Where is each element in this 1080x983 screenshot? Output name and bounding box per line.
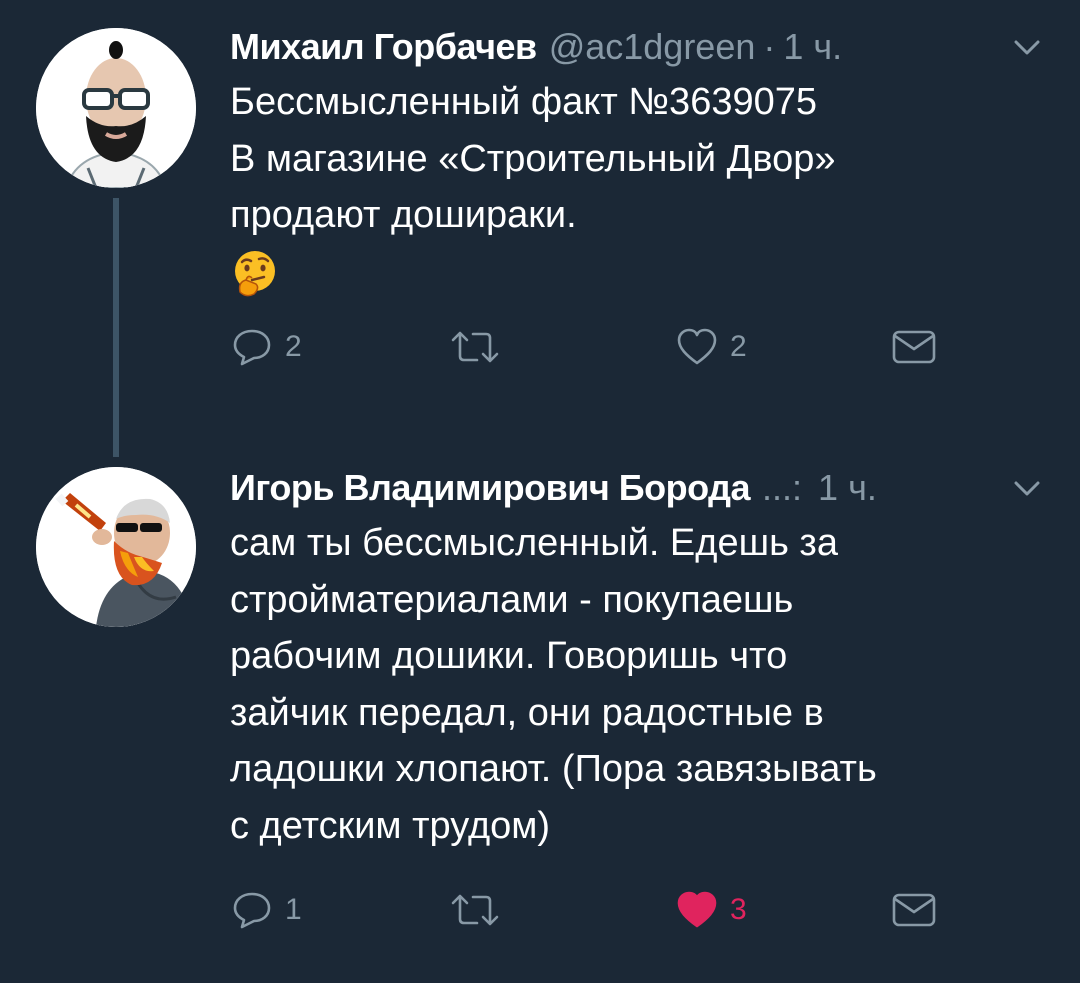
like-button[interactable]: 3 xyxy=(676,885,747,935)
reply-button[interactable]: 1 xyxy=(231,885,302,935)
timestamp[interactable]: 1 ч. xyxy=(783,22,842,72)
retweet-button[interactable] xyxy=(449,322,513,372)
tweet-header: Игорь Владимирович Борода ...: 1 ч. xyxy=(230,463,1044,513)
like-icon xyxy=(677,328,717,365)
tweet-text-line: сам ты бессмысленный. Едешь за xyxy=(230,522,838,564)
tweet-text-line: с детским трудом) xyxy=(230,804,551,847)
tweet-text-line: ладошки хлопают. (Пора завязывать xyxy=(230,748,877,790)
tweet-actions: 1 3 xyxy=(0,885,1080,935)
retweet-icon xyxy=(451,331,499,363)
author-handle[interactable]: ...: xyxy=(762,463,802,513)
tweet-text-line: Бессмысленный факт №3639075 xyxy=(230,81,817,123)
direct-message-button[interactable] xyxy=(891,322,937,372)
like-count: 2 xyxy=(730,330,747,363)
tweet-text-line: стройматериалами - покупаешь xyxy=(230,578,794,621)
like-icon xyxy=(677,891,717,928)
reply-icon xyxy=(233,329,271,366)
direct-message-icon xyxy=(892,893,936,927)
direct-message-icon xyxy=(892,330,936,364)
tweet-text-line: В магазине «Строительный Двор» xyxy=(230,137,836,180)
timestamp[interactable]: 1 ч. xyxy=(818,463,877,513)
author-name[interactable]: Михаил Горбачев xyxy=(230,22,537,72)
tweet-text-line: продают дошираки. xyxy=(230,194,577,236)
avatar[interactable] xyxy=(36,28,196,188)
tweet[interactable]: Михаил Горбачев @ac1dgreen · 1 ч. Бессмы… xyxy=(0,0,1080,457)
author-handle[interactable]: @ac1dgreen xyxy=(549,22,756,72)
reply-count: 2 xyxy=(285,330,302,363)
retweet-button[interactable] xyxy=(449,885,513,935)
tweet-text-line: рабочим дошики. Говоришь что xyxy=(230,635,788,677)
retweet-icon xyxy=(451,894,499,926)
avatar[interactable] xyxy=(36,467,196,627)
chevron-down-icon[interactable] xyxy=(1010,471,1044,505)
tweet-header: Михаил Горбачев @ac1dgreen · 1 ч. xyxy=(230,22,1044,72)
tweet-actions: 2 2 xyxy=(0,322,1080,372)
chevron-down-icon[interactable] xyxy=(1010,30,1044,64)
reply-icon xyxy=(233,892,271,929)
reply-count: 1 xyxy=(285,893,302,926)
author-name[interactable]: Игорь Владимирович Борода xyxy=(230,463,751,513)
thinking-face-emoji xyxy=(235,250,275,296)
tweet[interactable]: Игорь Владимирович Борода ...: 1 ч. сам … xyxy=(0,445,1080,983)
tweet-text-line: зайчик передал, они радостные в xyxy=(230,691,824,734)
direct-message-button[interactable] xyxy=(891,885,937,935)
separator: · xyxy=(763,26,776,67)
tweet-text: сам ты бессмысленный. Едешь за строймате… xyxy=(230,515,1044,854)
reply-button[interactable]: 2 xyxy=(231,322,302,372)
like-count: 3 xyxy=(730,893,747,926)
tweet-text: Бессмысленный факт №3639075 В магазине «… xyxy=(230,74,1044,244)
like-button[interactable]: 2 xyxy=(676,322,747,372)
